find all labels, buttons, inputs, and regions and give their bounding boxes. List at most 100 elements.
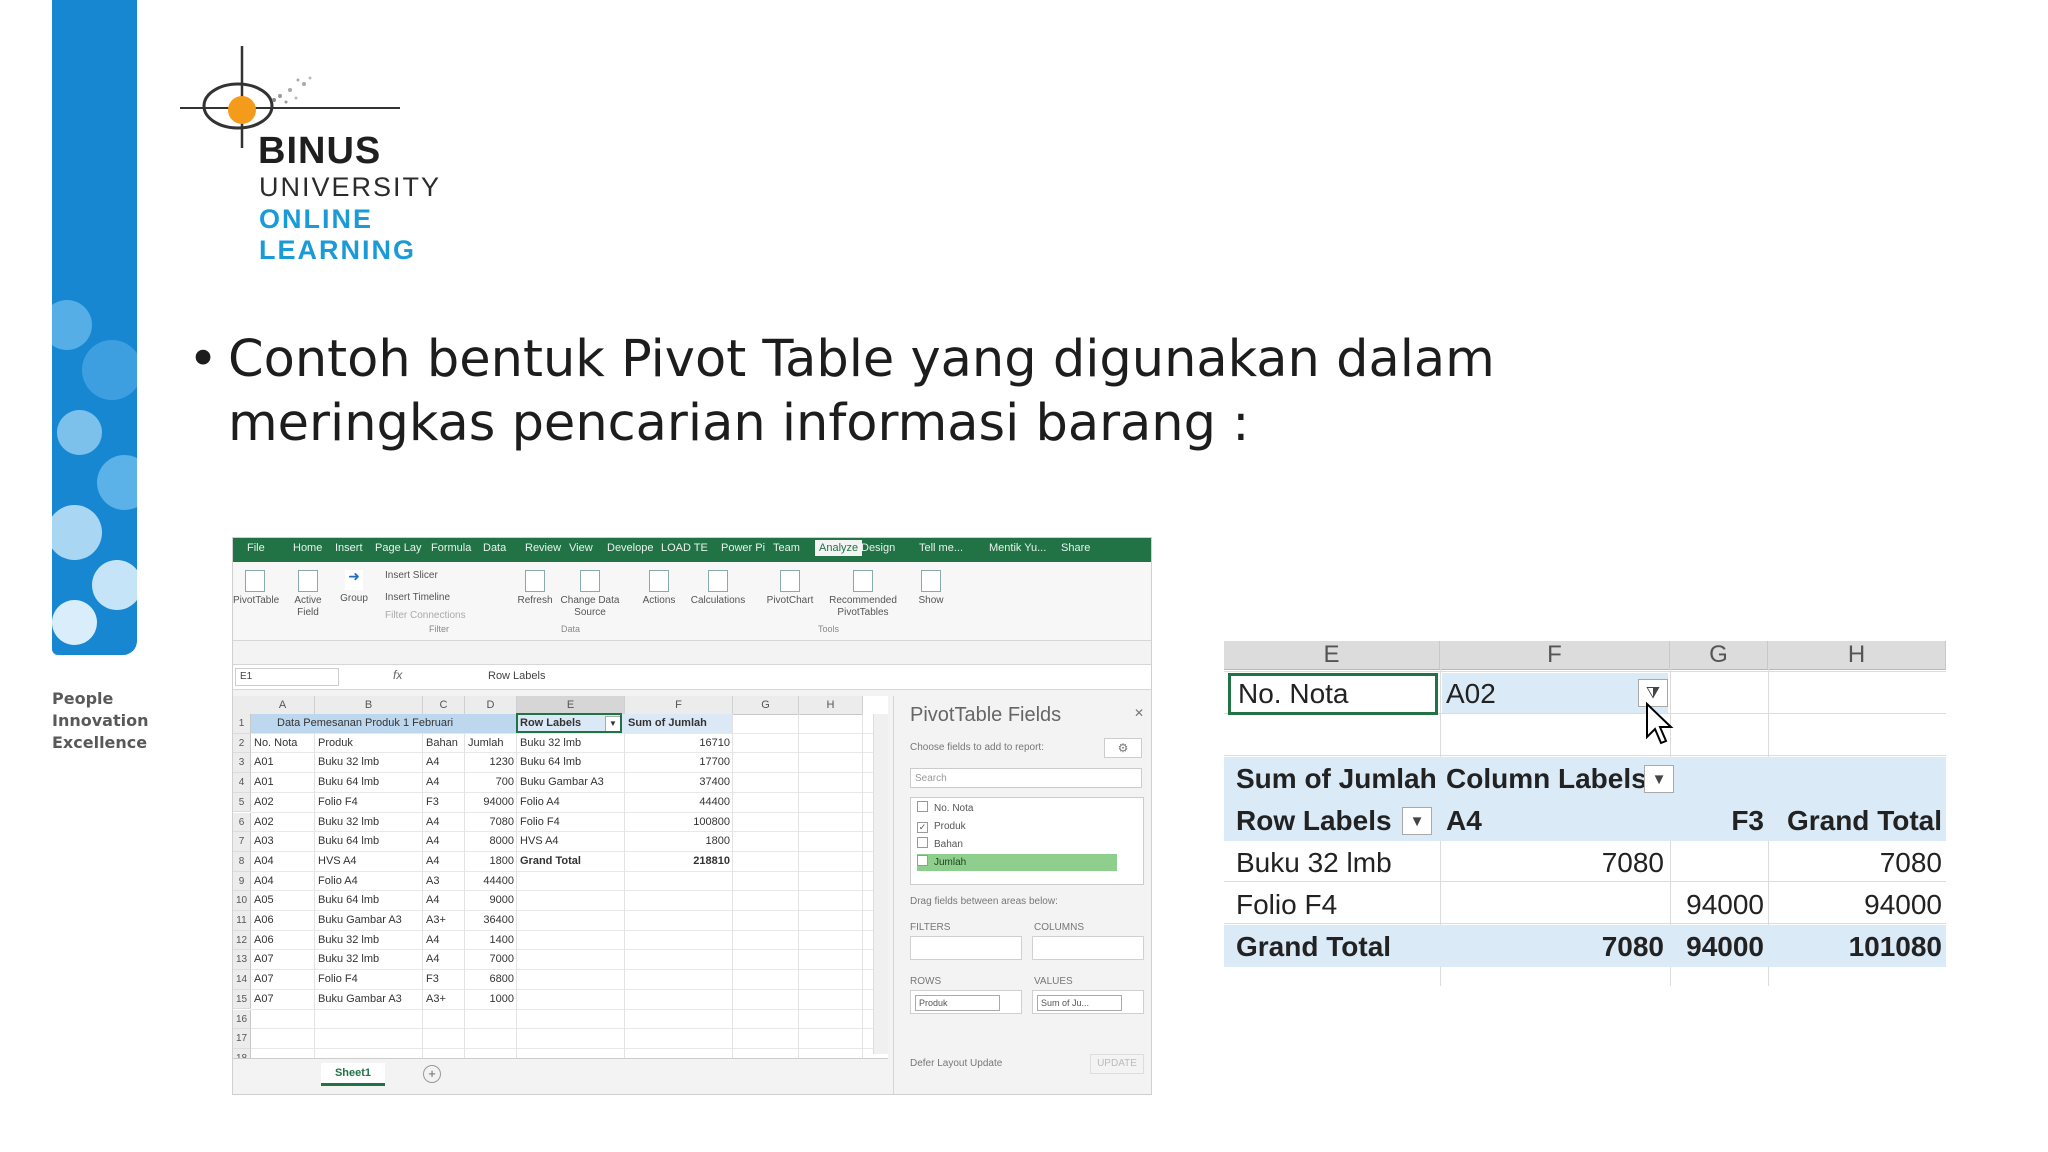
tab-data[interactable]: Data bbox=[483, 542, 506, 554]
tab-insert[interactable]: Insert bbox=[335, 542, 363, 554]
pivot-row-label[interactable]: Folio A4 bbox=[520, 793, 622, 812]
data-header-cell[interactable]: Produk bbox=[318, 734, 420, 753]
data-cell[interactable]: A03 bbox=[254, 832, 312, 851]
data-cell[interactable]: A04 bbox=[254, 872, 312, 891]
data-cell[interactable]: Buku 64 lmb bbox=[318, 891, 420, 910]
data-cell[interactable]: A07 bbox=[254, 950, 312, 969]
tab-review[interactable]: Review bbox=[525, 542, 561, 554]
data-cell[interactable]: A06 bbox=[254, 911, 312, 930]
row-header-2[interactable]: 2 bbox=[233, 733, 251, 754]
data-cell[interactable]: 7080 bbox=[468, 813, 514, 832]
data-cell[interactable]: A3+ bbox=[426, 990, 462, 1009]
data-cell[interactable]: F3 bbox=[426, 793, 462, 812]
row-header-15[interactable]: 15 bbox=[233, 989, 251, 1010]
row-header-4[interactable]: 4 bbox=[233, 773, 251, 793]
data-title-cell[interactable]: Data Pemesanan Produk 1 Februari bbox=[277, 714, 507, 733]
data-cell[interactable]: A04 bbox=[254, 852, 312, 871]
data-cell[interactable]: Buku 64 lmb bbox=[318, 832, 420, 851]
data-cell[interactable]: A07 bbox=[254, 990, 312, 1009]
data-cell[interactable]: 6800 bbox=[468, 970, 514, 989]
row-header-5[interactable]: 5 bbox=[233, 792, 251, 813]
row-header-8[interactable]: 8 bbox=[233, 851, 251, 872]
tab-power-pi[interactable]: Power Pi bbox=[721, 542, 765, 554]
fx-icon[interactable]: fx bbox=[393, 668, 402, 682]
data-cell[interactable]: A4 bbox=[426, 813, 462, 832]
sheet-tab-sheet1[interactable]: Sheet1 bbox=[321, 1063, 385, 1086]
row-header-10[interactable]: 10 bbox=[233, 891, 251, 911]
data-cell[interactable]: A02 bbox=[254, 813, 312, 832]
data-cell[interactable]: A01 bbox=[254, 753, 312, 772]
pivot-row-label[interactable]: Buku 64 lmb bbox=[520, 753, 622, 772]
row-header-6[interactable]: 6 bbox=[233, 812, 251, 833]
data-cell[interactable]: A07 bbox=[254, 970, 312, 989]
tab-view[interactable]: View bbox=[569, 542, 593, 554]
data-cell[interactable]: Buku 64 lmb bbox=[318, 773, 420, 792]
tab-analyze[interactable]: Analyze bbox=[815, 540, 863, 556]
column-header-b[interactable]: B bbox=[315, 696, 423, 715]
data-cell[interactable]: A3 bbox=[426, 872, 462, 891]
pivottable-button[interactable]: PivotTable bbox=[233, 570, 279, 607]
data-cell[interactable]: Buku 32 lmb bbox=[318, 931, 420, 950]
tab-design[interactable]: Design bbox=[861, 542, 895, 554]
data-cell[interactable]: 36400 bbox=[468, 911, 514, 930]
data-cell[interactable]: Buku 32 lmb bbox=[318, 813, 420, 832]
tab-team[interactable]: Team bbox=[773, 542, 800, 554]
field-produk[interactable]: ✓ Produk bbox=[917, 818, 1117, 835]
data-cell[interactable]: A4 bbox=[426, 891, 462, 910]
pivotchart-button[interactable]: PivotChart bbox=[759, 570, 821, 607]
column-header-a[interactable]: A bbox=[251, 696, 315, 715]
tab-page-lay[interactable]: Page Lay bbox=[375, 542, 421, 554]
show-button[interactable]: Show bbox=[911, 570, 951, 607]
recommended-pivottables-button[interactable]: Recommended PivotTables bbox=[821, 570, 905, 619]
row-header-13[interactable]: 13 bbox=[233, 950, 251, 971]
data-cell[interactable]: F3 bbox=[426, 970, 462, 989]
row-header-16[interactable]: 16 bbox=[233, 1009, 251, 1030]
pivot-row-value[interactable]: 1800 bbox=[628, 832, 730, 851]
pivot-row-value[interactable]: 100800 bbox=[628, 813, 730, 832]
column-header-f[interactable]: F bbox=[625, 696, 733, 715]
tab-file[interactable]: File bbox=[247, 542, 265, 554]
data-cell[interactable]: A01 bbox=[254, 773, 312, 792]
data-cell[interactable]: 9000 bbox=[468, 891, 514, 910]
data-cell[interactable]: 700 bbox=[468, 773, 514, 792]
calculations-button[interactable]: Calculations bbox=[685, 570, 751, 607]
data-cell[interactable]: Buku 32 lmb bbox=[318, 950, 420, 969]
defer-layout-checkbox[interactable]: Defer Layout Update bbox=[910, 1058, 1002, 1069]
data-header-cell[interactable]: Bahan bbox=[426, 734, 462, 753]
tab-home[interactable]: Home bbox=[293, 542, 322, 554]
pivot-row-label[interactable]: Buku 32 lmb bbox=[520, 734, 622, 753]
vertical-scrollbar[interactable] bbox=[873, 714, 888, 1054]
data-cell[interactable]: Folio F4 bbox=[318, 793, 420, 812]
data-cell[interactable]: A06 bbox=[254, 931, 312, 950]
values-sum-dropdown[interactable]: Sum of Ju... bbox=[1037, 995, 1122, 1011]
field-jumlah[interactable]: Jumlah bbox=[917, 854, 1117, 871]
name-box[interactable]: E1 bbox=[235, 668, 339, 686]
data-cell[interactable]: A4 bbox=[426, 950, 462, 969]
pivot-row-value[interactable]: 37400 bbox=[628, 773, 730, 792]
field-no-nota[interactable]: No. Nota bbox=[917, 800, 1117, 817]
data-cell[interactable]: 7000 bbox=[468, 950, 514, 969]
data-cell[interactable]: A4 bbox=[426, 832, 462, 851]
data-cell[interactable]: Folio A4 bbox=[318, 872, 420, 891]
zoom-filter-value[interactable]: A02 bbox=[1446, 674, 1496, 714]
gear-icon[interactable]: ⚙ bbox=[1104, 738, 1142, 758]
active-field-button[interactable]: Active Field bbox=[291, 570, 325, 619]
data-cell[interactable]: A02 bbox=[254, 793, 312, 812]
pivot-row-value[interactable]: 218810 bbox=[628, 852, 730, 871]
zoom-row-labels-dropdown-icon[interactable]: ▼ bbox=[1402, 807, 1432, 835]
pivot-row-label[interactable]: Folio F4 bbox=[520, 813, 622, 832]
data-cell[interactable]: Buku Gambar A3 bbox=[318, 911, 420, 930]
row-header-9[interactable]: 9 bbox=[233, 871, 251, 892]
filters-area[interactable] bbox=[910, 936, 1022, 960]
row-header-11[interactable]: 11 bbox=[233, 911, 251, 931]
rows-area[interactable]: Produk bbox=[910, 990, 1022, 1014]
zoom-column-labels-dropdown-icon[interactable]: ▼ bbox=[1644, 765, 1674, 793]
data-cell[interactable]: A4 bbox=[426, 852, 462, 871]
data-cell[interactable]: 8000 bbox=[468, 832, 514, 851]
close-icon[interactable]: ✕ bbox=[1134, 706, 1144, 720]
data-cell[interactable]: Folio F4 bbox=[318, 970, 420, 989]
update-button[interactable]: UPDATE bbox=[1090, 1054, 1144, 1074]
tab-load-te[interactable]: LOAD TE bbox=[661, 542, 708, 554]
row-header-3[interactable]: 3 bbox=[233, 753, 251, 774]
tab-tell-me-[interactable]: Tell me... bbox=[919, 542, 963, 554]
